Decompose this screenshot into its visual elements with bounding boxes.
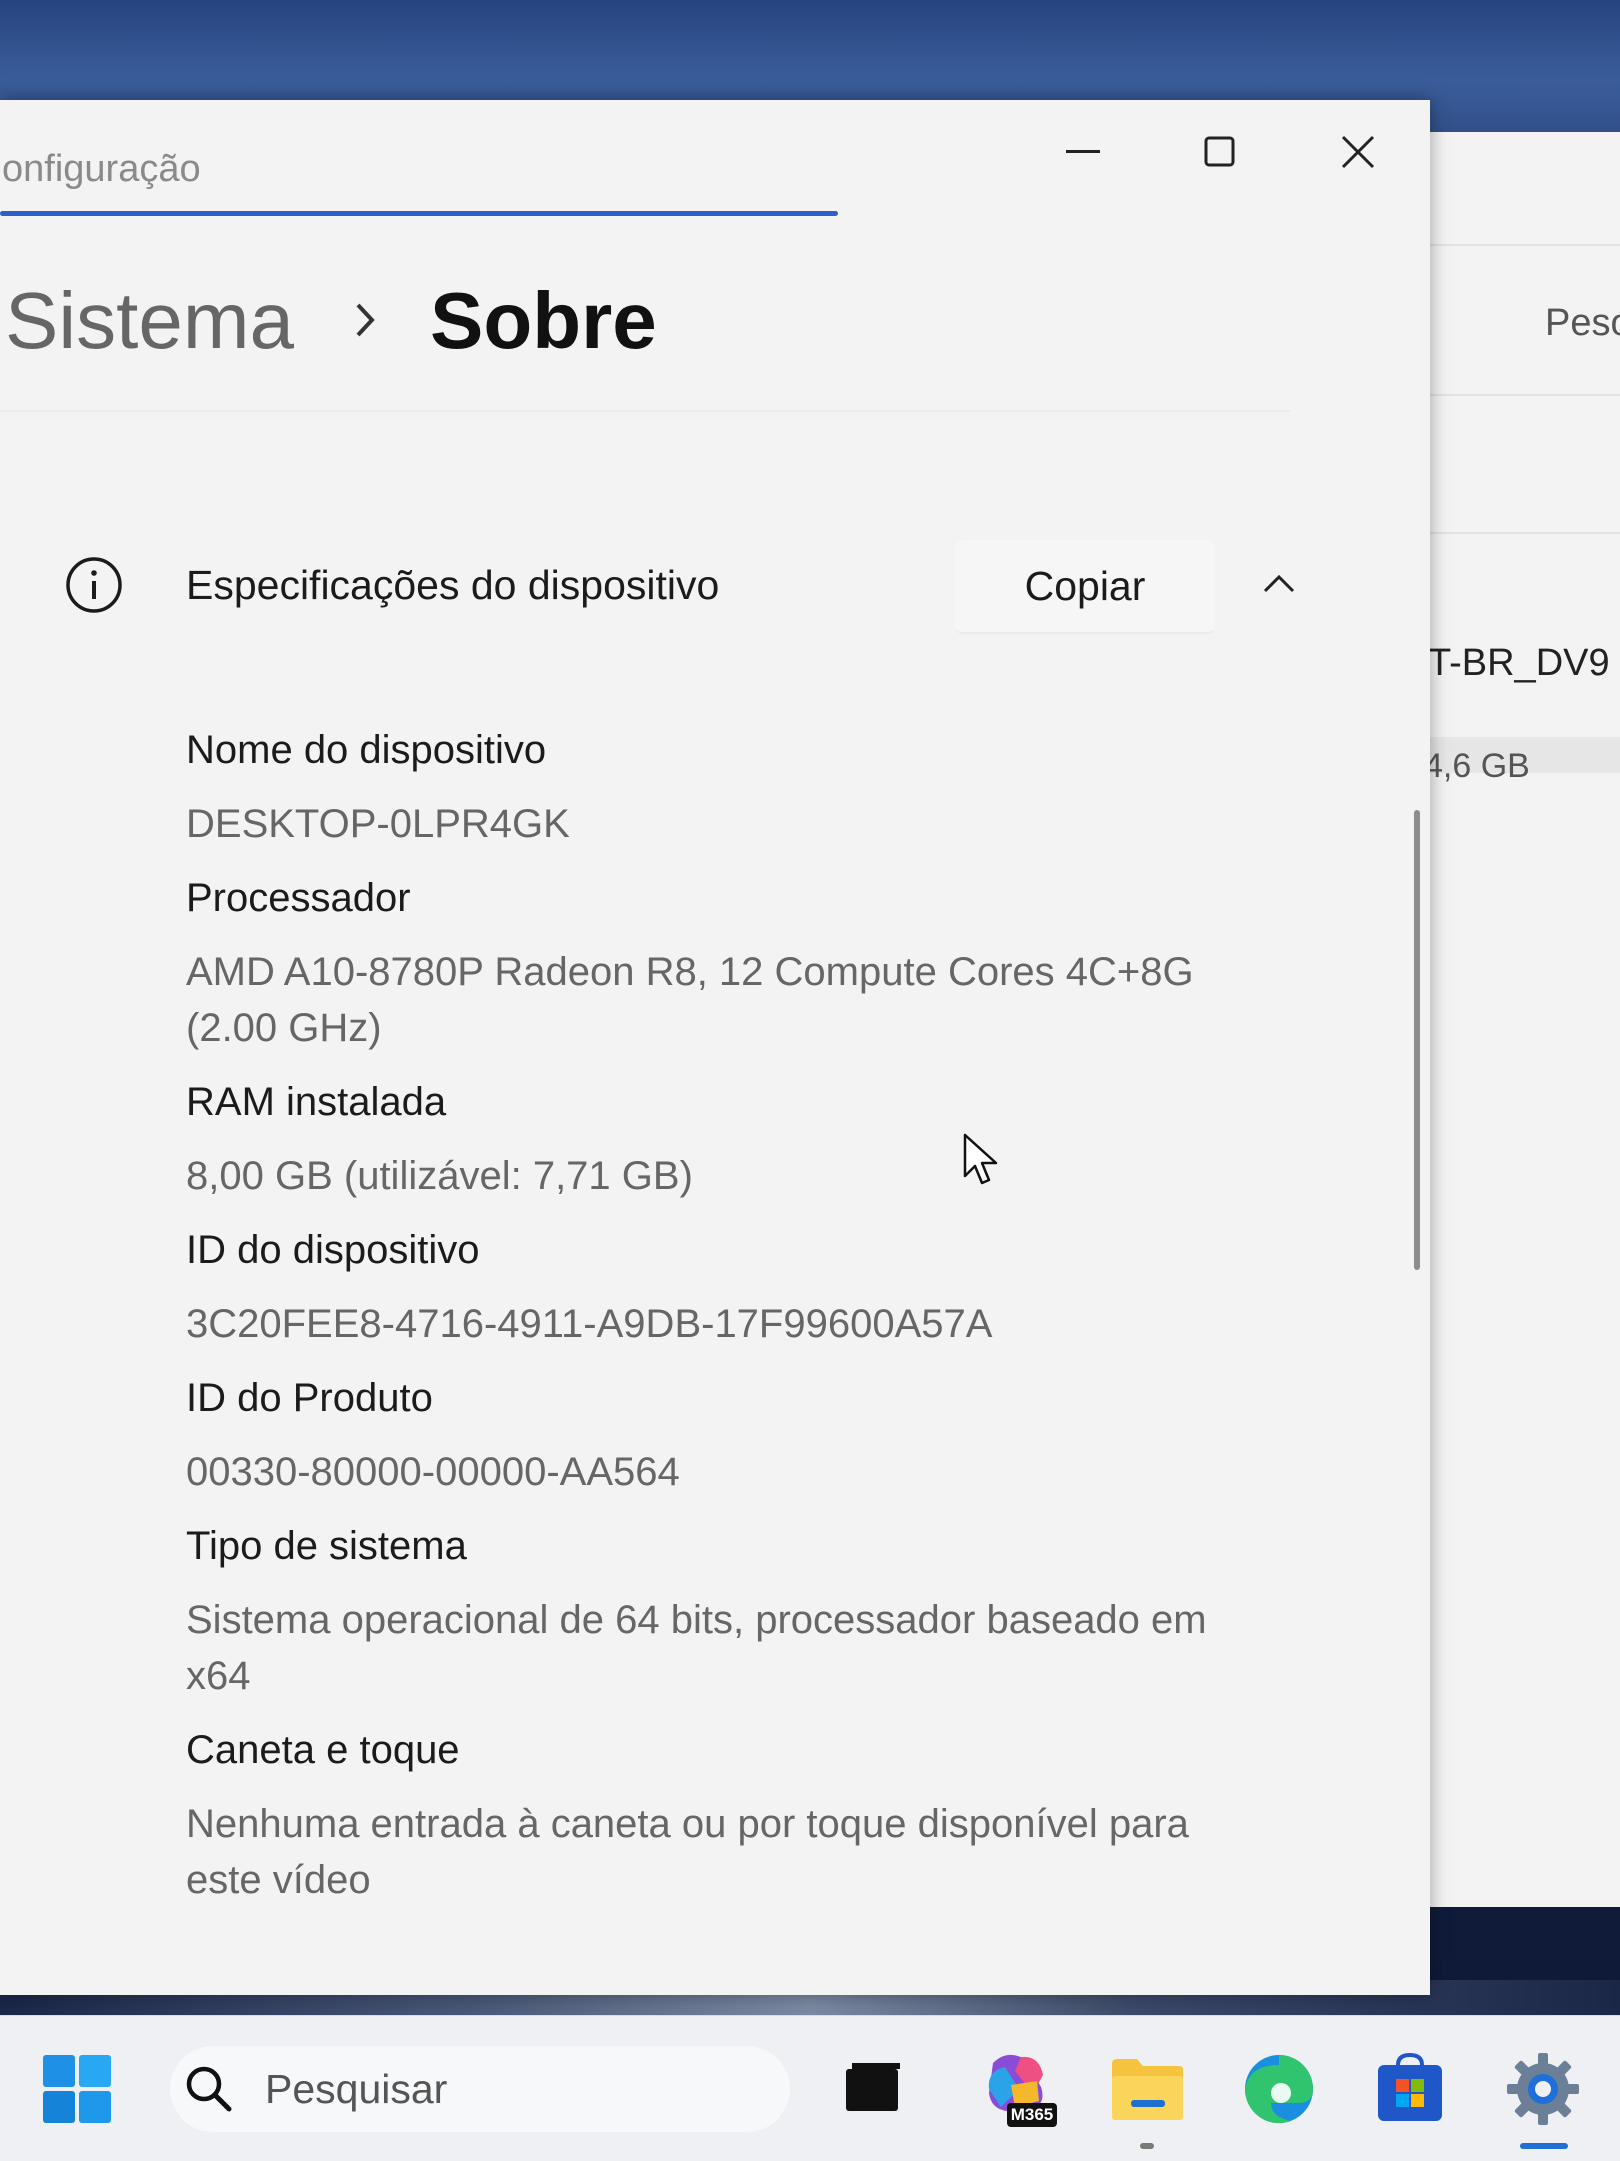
spec-label: ID do Produto bbox=[186, 1376, 433, 1420]
active-indicator bbox=[1520, 2143, 1568, 2149]
spec-device-name: Nome do dispositivo DESKTOP-0LPR4GK bbox=[186, 722, 1246, 852]
m365-badge: M365 bbox=[1011, 2105, 1054, 2124]
search-focus-underline bbox=[0, 211, 838, 216]
edge-icon bbox=[1244, 2055, 1313, 2124]
spec-system-type: Tipo de sistema Sistema operacional de 6… bbox=[186, 1518, 1246, 1704]
microsoft-store-button[interactable] bbox=[1367, 2046, 1453, 2132]
spec-value: 00330-80000-00000-AA564 bbox=[186, 1450, 680, 1494]
spec-product-id: ID do Produto 00330-80000-00000-AA564 bbox=[186, 1370, 1246, 1500]
file-explorer-button[interactable] bbox=[1104, 2046, 1190, 2132]
breadcrumb-sistema[interactable]: Sistema bbox=[5, 275, 294, 367]
background-drive-size: 4,6 GB bbox=[1424, 747, 1530, 785]
device-specs-list: Nome do dispositivo DESKTOP-0LPR4GK Proc… bbox=[186, 722, 1246, 1926]
device-specs-title: Especificações do dispositivo bbox=[186, 562, 720, 608]
background-window[interactable]: Peso T-BR_DV9 (D 4,6 GB bbox=[1420, 132, 1620, 1907]
background-drive-title: T-BR_DV9 (D bbox=[1428, 642, 1620, 684]
spec-device-id: ID do dispositivo 3C20FEE8-4716-4911-A9D… bbox=[186, 1222, 1246, 1352]
spec-label: Caneta e toque bbox=[186, 1728, 460, 1772]
spec-processor: Processador AMD A10-8780P Radeon R8, 12 … bbox=[186, 870, 1246, 1056]
spec-label: Processador bbox=[186, 876, 411, 920]
taskbar-search-placeholder: Pesquisar bbox=[265, 2066, 448, 2112]
minimize-icon bbox=[1066, 150, 1100, 153]
settings-window: onfiguração Sistema Sobre Especificações… bbox=[0, 100, 1430, 1995]
spec-pen-touch: Caneta e toque Nenhuma entrada à caneta … bbox=[186, 1722, 1246, 1908]
page-title: Sobre bbox=[430, 276, 657, 365]
divider bbox=[0, 410, 1290, 412]
settings-search-input[interactable]: onfiguração bbox=[2, 148, 201, 191]
running-indicator bbox=[1140, 2143, 1154, 2149]
windows-logo-icon bbox=[43, 2055, 111, 2123]
mouse-pointer-icon bbox=[963, 1133, 998, 1185]
close-button[interactable] bbox=[1310, 120, 1406, 184]
settings-taskbar-button[interactable] bbox=[1500, 2046, 1586, 2132]
spec-label: Nome do dispositivo bbox=[186, 728, 547, 772]
task-view-icon bbox=[846, 2063, 900, 2111]
spec-value: 8,00 GB (utilizável: 7,71 GB) bbox=[186, 1154, 693, 1198]
spec-label: RAM instalada bbox=[186, 1080, 447, 1124]
store-icon bbox=[1378, 2053, 1442, 2121]
breadcrumb-chevron-icon bbox=[356, 303, 375, 337]
taskbar: Pesquisar M365 bbox=[0, 2015, 1620, 2161]
task-view-button[interactable] bbox=[831, 2046, 917, 2132]
m365-copilot-icon: M365 bbox=[988, 2054, 1057, 2127]
gear-icon bbox=[1507, 2053, 1579, 2125]
vertical-scrollbar[interactable] bbox=[1414, 810, 1420, 1270]
search-icon bbox=[186, 2066, 232, 2112]
spec-value: 3C20FEE8-4716-4911-A9DB-17F99600A57A bbox=[186, 1302, 993, 1346]
maximize-button[interactable] bbox=[1172, 120, 1268, 184]
chevron-up-icon[interactable] bbox=[1262, 572, 1296, 594]
copy-specs-button[interactable]: Copiar bbox=[955, 540, 1215, 634]
microsoft-365-button[interactable]: M365 bbox=[974, 2046, 1060, 2132]
edge-browser-button[interactable] bbox=[1236, 2046, 1322, 2132]
minimize-button[interactable] bbox=[1035, 120, 1131, 184]
divider bbox=[1420, 244, 1620, 246]
spec-value: DESKTOP-0LPR4GK bbox=[186, 802, 570, 846]
divider bbox=[1420, 394, 1620, 396]
spec-value: Nenhuma entrada à caneta ou por toque di… bbox=[186, 1802, 1189, 1902]
background-search-text: Peso bbox=[1545, 302, 1620, 344]
close-icon bbox=[1341, 135, 1375, 169]
start-button[interactable] bbox=[34, 2046, 120, 2132]
folder-icon bbox=[1112, 2059, 1183, 2120]
spec-label: Tipo de sistema bbox=[186, 1524, 467, 1568]
spec-value: Sistema operacional de 64 bits, processa… bbox=[186, 1598, 1207, 1698]
maximize-icon bbox=[1204, 136, 1235, 167]
divider bbox=[1420, 532, 1620, 534]
spec-value: AMD A10-8780P Radeon R8, 12 Compute Core… bbox=[186, 950, 1194, 1050]
info-icon bbox=[66, 557, 122, 613]
spec-ram: RAM instalada 8,00 GB (utilizável: 7,71 … bbox=[186, 1074, 1246, 1204]
spec-label: ID do dispositivo bbox=[186, 1228, 480, 1272]
taskbar-search[interactable]: Pesquisar bbox=[170, 2046, 790, 2132]
